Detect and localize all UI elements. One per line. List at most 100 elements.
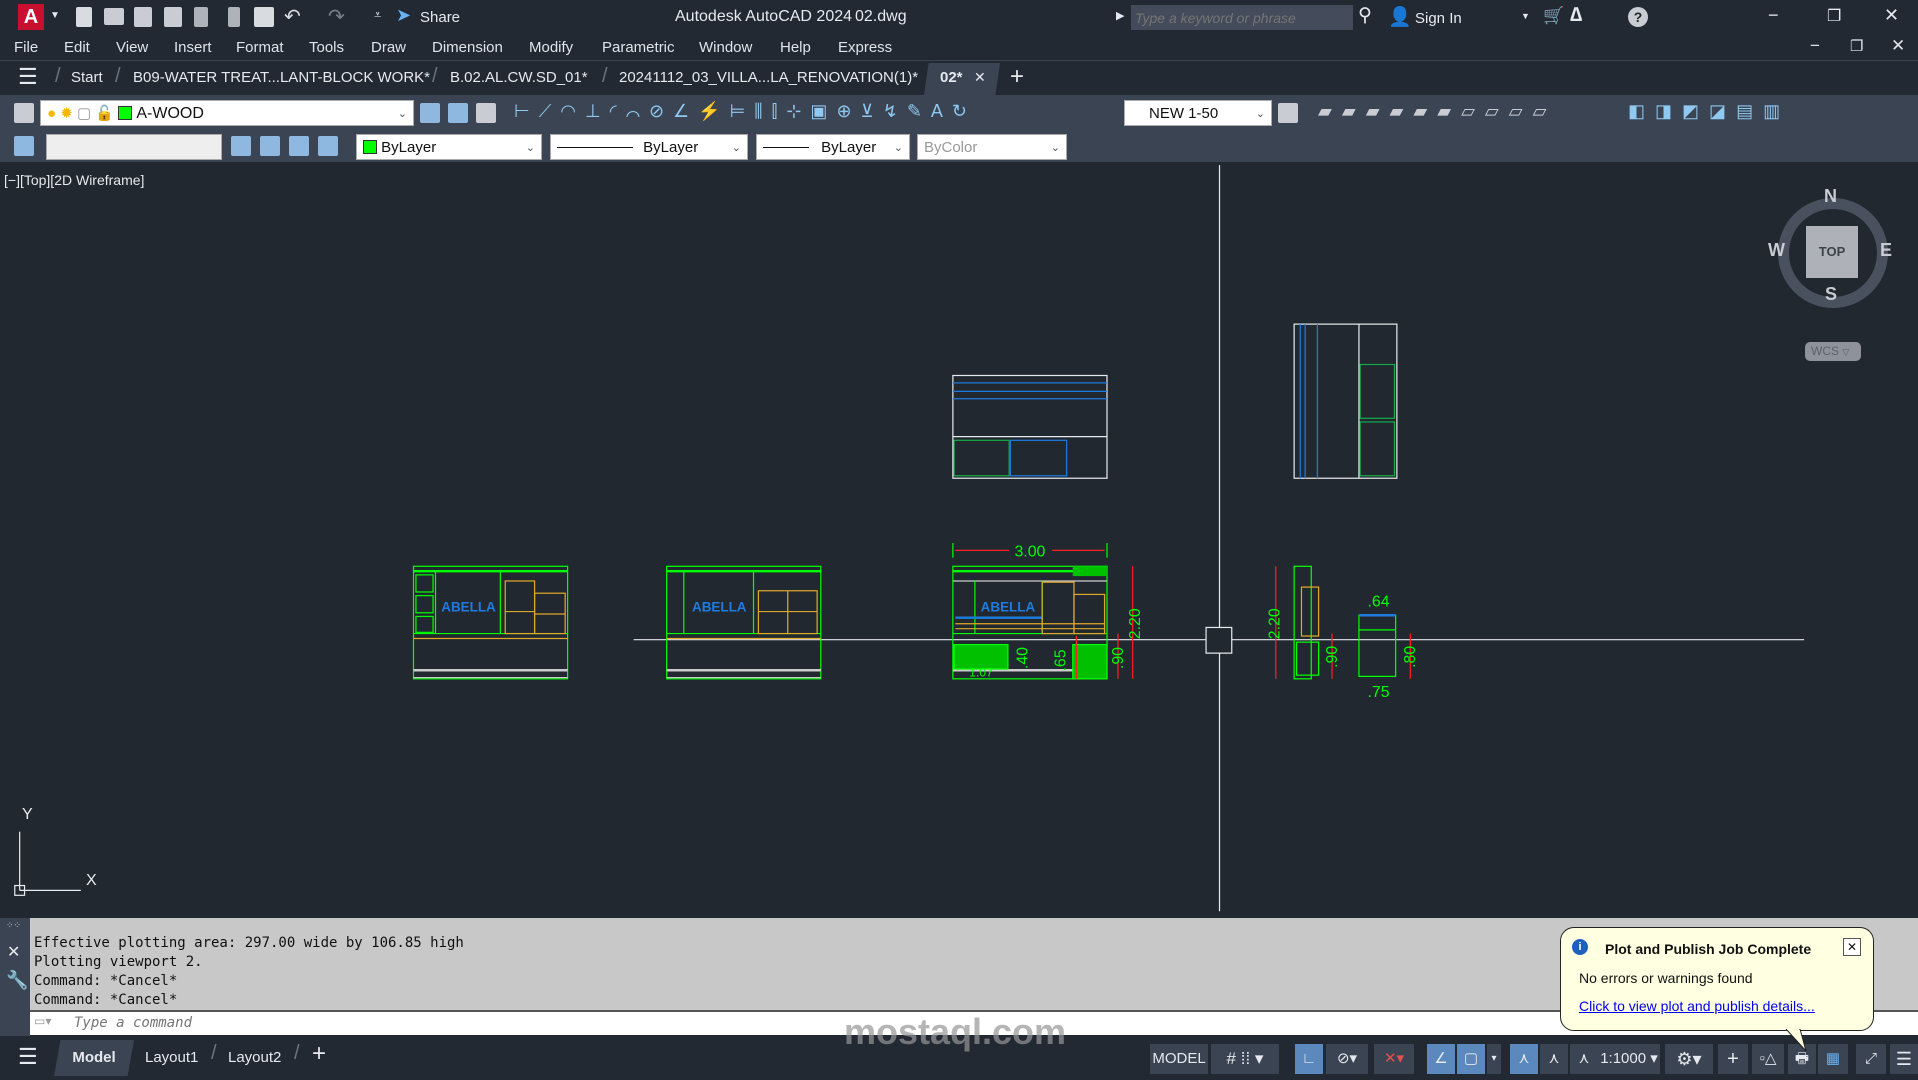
menu-parametric[interactable]: Parametric <box>602 39 675 56</box>
isometric-toggle[interactable]: ✕▾ <box>1374 1044 1414 1074</box>
layer-isolate-icon[interactable]: ▰ <box>1366 101 1390 121</box>
close-icon[interactable]: ✕ <box>1884 5 1899 26</box>
dimension-space-icon[interactable]: ⫿ <box>772 101 787 121</box>
auto-scale-toggle[interactable]: ⋏ <box>1540 1044 1568 1074</box>
dimension-style-dropdown[interactable]: NEW 1-50 ⌄ <box>1124 100 1272 126</box>
model-space-button[interactable]: MODEL <box>1150 1044 1208 1074</box>
layer-dropdown[interactable]: ● ✹ ▢ 🔓 A-WOOD ⌄ <box>40 100 414 126</box>
ucs-menu-button[interactable]: WCS ▽ <box>1805 342 1861 361</box>
aligned-dimension-icon[interactable]: ⟋ <box>539 101 561 121</box>
search-input[interactable] <box>1131 5 1353 30</box>
make-current-layer-icon[interactable] <box>420 103 440 123</box>
undo-icon[interactable]: ↶ <box>284 4 301 29</box>
layer-walk-icon[interactable]: ▰ <box>1413 101 1437 121</box>
ordinate-icon[interactable]: ⊥ <box>585 101 610 121</box>
new-file-icon[interactable] <box>76 7 92 27</box>
recent-commands-icon[interactable]: ▭▾ <box>34 1014 51 1028</box>
text-to-front-icon[interactable]: ▤ <box>1736 101 1763 121</box>
compass-west[interactable]: W <box>1768 240 1785 261</box>
menu-view[interactable]: View <box>116 39 148 56</box>
compass-east[interactable]: E <box>1880 240 1892 261</box>
tab-model[interactable]: Model <box>54 1040 134 1076</box>
doc-minimize-icon[interactable]: − <box>1810 36 1820 56</box>
viewport-controls[interactable]: [−][Top][2D Wireframe] <box>4 172 144 188</box>
menu-help[interactable]: Help <box>780 39 811 56</box>
dimension-update-icon[interactable]: ↻ <box>952 101 976 121</box>
layer-unlock-tool-icon[interactable]: ▱ <box>1533 101 1557 121</box>
object-snap-tracking-toggle[interactable]: ∠ <box>1427 1044 1455 1074</box>
layer-change-icon[interactable]: ▰ <box>1342 101 1366 121</box>
layer-unisolate-icon[interactable]: ▰ <box>1390 101 1414 121</box>
send-under-icon[interactable]: ◪ <box>1709 101 1736 121</box>
layer-properties-icon[interactable] <box>14 103 34 123</box>
publish-status-icon[interactable]: ▦ <box>1818 1044 1848 1074</box>
command-input[interactable] <box>74 1013 1474 1033</box>
drawing-viewport[interactable]: [−][Top][2D Wireframe] TOP N S E W WCS ▽… <box>0 162 1918 912</box>
quick-access-menu-icon[interactable]: ⩡ <box>374 7 381 23</box>
dimension-text-edit-icon[interactable]: A <box>931 101 952 121</box>
plot-icon[interactable] <box>254 7 274 27</box>
layer-lock-tool-icon[interactable]: ▱ <box>1509 101 1533 121</box>
quick-dimension-icon[interactable]: ⚡ <box>698 101 729 121</box>
layer-match-icon[interactable]: ▰ <box>1318 101 1342 121</box>
dimension-style-icon[interactable] <box>1278 103 1298 123</box>
new-view-icon[interactable] <box>231 136 251 156</box>
dimension-edit-icon[interactable]: ✎ <box>907 101 931 121</box>
polar-tracking-toggle[interactable]: ⊘▾ <box>1326 1044 1368 1074</box>
color-dropdown[interactable]: ByLayer ⌄ <box>356 134 542 160</box>
menu-file[interactable]: File <box>14 39 38 56</box>
named-views-icon[interactable] <box>14 136 34 156</box>
open-from-web-icon[interactable] <box>194 7 208 27</box>
layer-freeze-tool-icon[interactable]: ▱ <box>1461 101 1485 121</box>
bring-to-front-icon[interactable]: ◧ <box>1628 101 1655 121</box>
customization-menu-icon[interactable]: ☰ <box>1890 1044 1918 1074</box>
sign-in-chevron-icon[interactable]: ▼ <box>1521 11 1530 21</box>
bring-above-icon[interactable]: ◩ <box>1682 101 1709 121</box>
inspect-icon[interactable]: ⊻ <box>861 101 883 121</box>
new-layout-button[interactable]: + <box>312 1040 326 1068</box>
close-command-line-icon[interactable]: ✕ <box>7 942 20 962</box>
delete-view-icon[interactable] <box>260 136 280 156</box>
tolerance-icon[interactable]: ▣ <box>810 101 836 121</box>
center-mark-icon[interactable]: ⊕ <box>836 101 860 121</box>
object-snap-toggle[interactable]: ▢ <box>1457 1044 1485 1074</box>
restore-icon[interactable]: ❐ <box>1827 6 1841 26</box>
tab-b02-al-cw-sd[interactable]: B.02.AL.CW.SD_01* <box>450 69 588 86</box>
layer-previous-icon[interactable] <box>448 103 468 123</box>
menu-express[interactable]: Express <box>838 39 892 56</box>
grid-toggle[interactable]: # ⁞⁞ ▾ <box>1211 1044 1279 1074</box>
baseline-icon[interactable]: ⊨ <box>730 101 755 121</box>
layer-merge-icon[interactable]: ▰ <box>1437 101 1461 121</box>
menu-edit[interactable]: Edit <box>64 39 90 56</box>
compass-north[interactable]: N <box>1824 186 1837 207</box>
tab-close-icon[interactable]: ✕ <box>974 69 986 86</box>
tab-start[interactable]: Start <box>71 69 103 86</box>
doc-close-icon[interactable]: ✕ <box>1891 36 1905 56</box>
menu-modify[interactable]: Modify <box>529 39 573 56</box>
hamburger-menu-icon[interactable]: ☰ <box>18 64 38 90</box>
annotation-scale-dropdown[interactable]: 1:1000 ▾ <box>1598 1044 1660 1074</box>
help-icon[interactable]: ? <box>1628 7 1648 27</box>
sign-in-button[interactable]: Sign In <box>1415 10 1462 27</box>
save-icon[interactable] <box>134 7 152 27</box>
annotation-visibility-toggle[interactable]: ⋏ <box>1510 1044 1538 1074</box>
menu-dimension[interactable]: Dimension <box>432 39 503 56</box>
cart-icon[interactable]: 🛒 <box>1543 6 1564 26</box>
open-folder-icon[interactable] <box>104 8 124 25</box>
arc-length-icon[interactable]: ◠ <box>560 101 585 121</box>
menu-window[interactable]: Window <box>699 39 752 56</box>
linear-dimension-icon[interactable]: ⊢ <box>514 101 539 121</box>
send-to-back-icon[interactable]: ◨ <box>1655 101 1682 121</box>
new-tab-button[interactable]: + <box>1010 63 1024 91</box>
object-snap-menu[interactable]: ▾ <box>1487 1044 1501 1074</box>
lineweight-dropdown[interactable]: ByLayer ⌄ <box>756 134 910 160</box>
minimize-icon[interactable]: − <box>1768 5 1779 26</box>
save-view-icon[interactable] <box>318 136 338 156</box>
notification-close-button[interactable]: ✕ <box>1843 938 1861 956</box>
units-plus-icon[interactable]: + <box>1718 1044 1748 1074</box>
menu-format[interactable]: Format <box>236 39 284 56</box>
clean-screen-icon[interactable]: ⤢ <box>1856 1044 1886 1074</box>
app-logo[interactable]: A <box>18 4 44 30</box>
layout-menu-icon[interactable]: ☰ <box>18 1044 38 1070</box>
plot-details-link[interactable]: Click to view plot and publish details..… <box>1579 998 1815 1014</box>
